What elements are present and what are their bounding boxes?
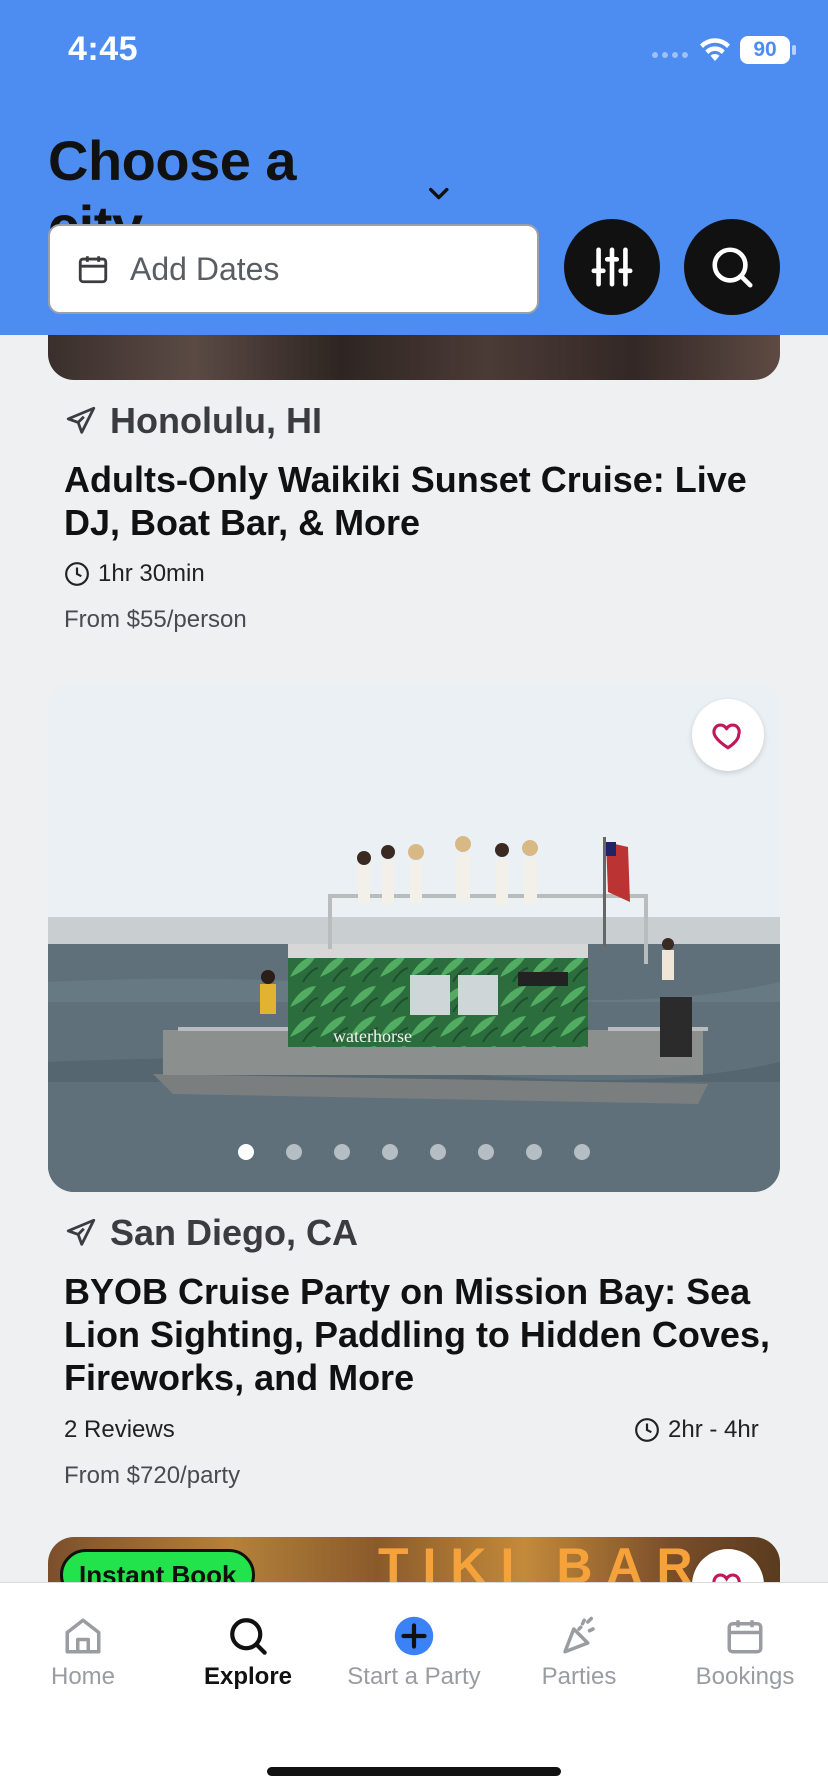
- calendar-icon: [78, 256, 108, 284]
- chevron-down-icon: [429, 187, 449, 200]
- wifi-icon: [700, 38, 730, 61]
- search-icon: [712, 247, 753, 288]
- tab-bookings[interactable]: Bookings: [662, 1615, 828, 1691]
- card-price: From $720/party: [64, 1462, 241, 1489]
- reviews-count: 2 Reviews: [64, 1416, 175, 1443]
- tab-home[interactable]: Home: [0, 1615, 166, 1691]
- sliders-icon: [591, 247, 633, 287]
- heart-icon: [712, 723, 741, 750]
- boat-photo: waterhorse: [48, 682, 780, 1192]
- boat-brand-text: waterhorse: [333, 1026, 412, 1046]
- header: 4:45 90 Choose a city Add Dates: [0, 0, 828, 335]
- search-icon: [230, 1618, 267, 1655]
- date-placeholder: Add Dates: [130, 250, 280, 287]
- card-title[interactable]: BYOB Cruise Party on Mission Bay: Sea Li…: [64, 1270, 774, 1399]
- card-location: Honolulu, HI: [64, 400, 322, 442]
- card-image-tiki[interactable]: TIKI BAR Instant Book: [48, 1537, 780, 1582]
- tab-explore[interactable]: Explore: [165, 1615, 331, 1691]
- duration: 1hr 30min: [64, 560, 205, 588]
- filter-button[interactable]: [564, 219, 660, 315]
- card-location: San Diego, CA: [64, 1212, 358, 1254]
- duration: 2hr - 4hr: [634, 1416, 759, 1444]
- explore-screen: Honolulu, HI Adults-Only Waikiki Sunset …: [0, 0, 828, 1792]
- tiki-sign: TIKI BAR: [378, 1538, 707, 1582]
- party-popper-icon: [563, 1616, 595, 1654]
- plane-icon: [66, 1218, 96, 1246]
- favorite-button[interactable]: [692, 699, 764, 771]
- search-button[interactable]: [684, 219, 780, 315]
- add-dates-field[interactable]: Add Dates: [48, 224, 539, 314]
- home-indicator: [267, 1767, 561, 1776]
- status-time: 4:45: [68, 30, 139, 68]
- plane-icon: [66, 406, 96, 434]
- card-title[interactable]: Adults-Only Waikiki Sunset Cruise: Live …: [64, 458, 774, 544]
- tab-bar: Home Explore Start a Party Parties Booki…: [0, 1582, 828, 1792]
- battery-indicator: 90: [740, 36, 796, 64]
- tab-start-a-party[interactable]: Start a Party: [331, 1615, 497, 1691]
- plus-circle-icon: [394, 1616, 434, 1656]
- clock-icon: [65, 562, 89, 586]
- card-image-san-diego[interactable]: waterhorse: [48, 682, 780, 1192]
- heart-icon: [712, 1573, 741, 1582]
- carousel-dots: [238, 1144, 590, 1160]
- card-price: From $55/person: [64, 606, 247, 633]
- clock-icon: [635, 1418, 659, 1442]
- tab-parties[interactable]: Parties: [496, 1615, 662, 1691]
- home-icon: [65, 1618, 101, 1654]
- calendar-icon: [727, 1620, 763, 1654]
- cellular-signal-icon: [652, 52, 688, 58]
- instant-book-badge: Instant Book: [60, 1549, 256, 1582]
